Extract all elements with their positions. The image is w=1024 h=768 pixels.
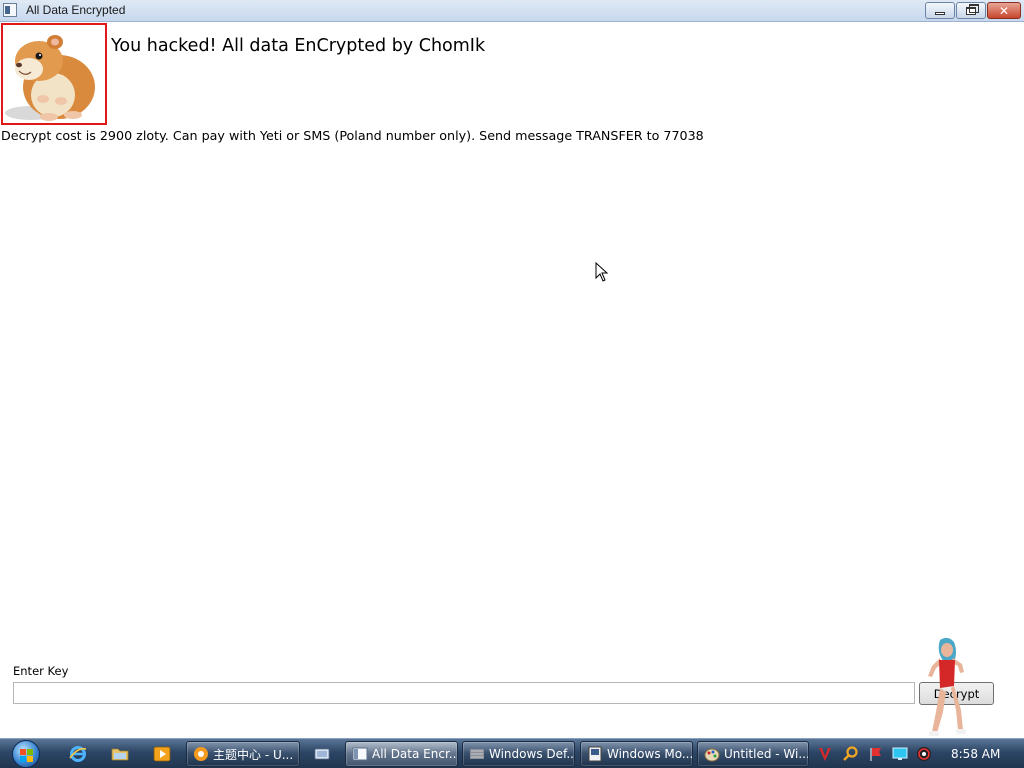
dancing-woman-image — [928, 637, 966, 736]
enter-key-label: Enter Key — [13, 664, 69, 678]
flag-icon[interactable] — [868, 746, 884, 762]
minimize-icon — [935, 12, 945, 15]
restore-icon — [966, 3, 979, 15]
defender-icon — [470, 749, 484, 759]
title-bar: All Data Encrypted ✕ — [0, 0, 1024, 22]
taskbar-item-theme-center[interactable]: 主题中心 - U... — [186, 741, 300, 767]
window-icon — [352, 747, 368, 761]
ransom-headline: You hacked! All data EnCrypted by ChomIk — [111, 36, 486, 56]
monitor-icon[interactable] — [892, 746, 908, 762]
start-button[interactable] — [8, 740, 44, 768]
close-icon: ✕ — [998, 3, 1010, 18]
theme-center-icon — [194, 747, 208, 761]
taskbar-item-label: All Data Encr... — [372, 747, 458, 761]
taskbar-item-paint[interactable]: Untitled - Wi... — [697, 741, 809, 767]
taskbar-item-label: Windows Def... — [489, 747, 575, 761]
windows-start-orb — [12, 740, 40, 768]
taskbar-item-windows-defender[interactable]: Windows Def... — [462, 741, 575, 767]
clock[interactable]: 8:58 AM — [951, 747, 1000, 761]
taskbar-item-windows-movie-maker[interactable]: Windows Mo... — [580, 741, 693, 767]
app-window-icon[interactable] — [3, 3, 17, 17]
movie-maker-icon — [588, 746, 602, 762]
hamster-illustration — [5, 35, 95, 121]
internet-explorer-icon[interactable] — [69, 745, 87, 763]
volume-icon[interactable] — [916, 746, 932, 762]
taskbar-item-label: Untitled - Wi... — [724, 747, 809, 761]
hamster-image — [1, 23, 107, 125]
v-antivirus-icon[interactable] — [817, 746, 833, 762]
taskbar: 主题中心 - U... All Data Encr... Windows Def… — [0, 738, 1024, 768]
close-button[interactable]: ✕ — [987, 2, 1021, 19]
ransom-message: Decrypt cost is 2900 zloty. Can pay with… — [1, 128, 704, 143]
paint-icon — [704, 748, 720, 762]
search-icon[interactable] — [843, 746, 859, 762]
window-title: All Data Encrypted — [26, 3, 126, 17]
media-player-icon[interactable] — [153, 745, 171, 763]
taskbar-item-all-data-encrypted[interactable]: All Data Encr... — [345, 741, 458, 767]
mouse-cursor-icon — [595, 262, 609, 282]
restore-button[interactable] — [956, 2, 986, 19]
show-desktop-icon[interactable] — [313, 745, 331, 763]
taskbar-item-label: 主题中心 - U... — [213, 747, 294, 762]
minimize-button[interactable] — [925, 2, 955, 19]
taskbar-item-label: Windows Mo... — [607, 747, 693, 761]
folder-icon[interactable] — [111, 745, 129, 763]
key-input[interactable] — [13, 682, 915, 704]
